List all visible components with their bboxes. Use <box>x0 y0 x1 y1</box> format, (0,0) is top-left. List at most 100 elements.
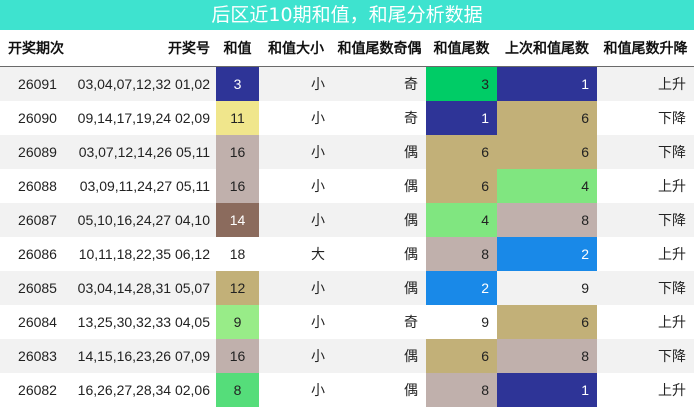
trend-cell: 下降 <box>658 110 686 126</box>
table-row: 26083 14,15,16,23,26 07,09 16 小 偶 6 8 下降 <box>0 339 694 373</box>
period-cell: 26083 <box>18 348 57 364</box>
header-row: 开奖期次 开奖号 和值 和值大小 和值尾数奇偶 和值尾数 上次和值尾数 和值尾数… <box>0 30 694 67</box>
trend-cell: 下降 <box>658 144 686 160</box>
trend-cell: 下降 <box>658 280 686 296</box>
header-parity: 和值尾数奇偶 <box>333 30 426 67</box>
draw-numbers-cell: 10,11,18,22,35 06,12 <box>78 246 210 262</box>
trend-cell: 上升 <box>658 314 686 330</box>
period-cell: 26089 <box>18 144 57 160</box>
sum-cell: 9 <box>216 305 259 339</box>
period-cell: 26087 <box>18 212 57 228</box>
tail-cell: 6 <box>426 169 497 203</box>
table-row: 26090 09,14,17,19,24 02,09 11 小 奇 1 6 下降 <box>0 101 694 135</box>
period-cell: 26091 <box>18 76 57 92</box>
sum-cell: 16 <box>216 339 259 373</box>
tail-cell: 8 <box>426 237 497 271</box>
draw-numbers-cell: 16,26,27,28,34 02,06 <box>77 382 210 398</box>
header-trend: 和值尾数升降 <box>597 30 694 67</box>
size-cell: 小 <box>311 314 325 330</box>
parity-cell: 奇 <box>404 76 418 92</box>
sum-cell: 11 <box>216 101 259 135</box>
trend-cell: 上升 <box>658 246 686 262</box>
prev-tail-cell: 6 <box>497 135 597 169</box>
size-cell: 小 <box>311 76 325 92</box>
period-cell: 26088 <box>18 178 57 194</box>
header-tail: 和值尾数 <box>426 30 497 67</box>
prev-tail-cell: 6 <box>497 305 597 339</box>
sum-cell: 16 <box>216 135 259 169</box>
table-row: 26086 10,11,18,22,35 06,12 18 大 偶 8 2 上升 <box>0 237 694 271</box>
draw-numbers-cell: 03,04,14,28,31 05,07 <box>77 280 210 296</box>
tail-cell: 2 <box>426 271 497 305</box>
parity-cell: 偶 <box>404 348 418 364</box>
period-cell: 26085 <box>18 280 57 296</box>
parity-cell: 偶 <box>404 280 418 296</box>
table-row: 26088 03,09,11,24,27 05,11 16 小 偶 6 4 上升 <box>0 169 694 203</box>
draw-numbers-cell: 09,14,17,19,24 02,09 <box>77 110 210 126</box>
size-cell: 小 <box>311 348 325 364</box>
period-cell: 26082 <box>18 382 57 398</box>
size-cell: 小 <box>311 110 325 126</box>
table-row: 26085 03,04,14,28,31 05,07 12 小 偶 2 9 下降 <box>0 271 694 305</box>
trend-cell: 上升 <box>658 76 686 92</box>
tail-cell: 9 <box>481 314 489 330</box>
sum-cell: 14 <box>216 203 259 237</box>
size-cell: 小 <box>311 280 325 296</box>
size-cell: 小 <box>311 144 325 160</box>
period-cell: 26084 <box>18 314 57 330</box>
tail-cell: 6 <box>426 339 497 373</box>
tail-cell: 8 <box>426 373 497 407</box>
tail-cell: 6 <box>426 135 497 169</box>
table-row: 26089 03,07,12,14,26 05,11 16 小偶 6 6 下降 <box>0 135 694 169</box>
sum-cell: 16 <box>216 169 259 203</box>
period-cell: 26090 <box>18 110 57 126</box>
tail-cell: 1 <box>426 101 497 135</box>
trend-cell: 下降 <box>658 212 686 228</box>
table-row: 26084 13,25,30,32,33 04,05 9 小奇 9 6 上升 <box>0 305 694 339</box>
prev-tail-cell: 4 <box>497 169 597 203</box>
table-row: 26087 05,10,16,24,27 04,10 14 小 偶 4 8 下降 <box>0 203 694 237</box>
prev-tail-cell: 2 <box>497 237 597 271</box>
trend-cell: 上升 <box>658 382 686 398</box>
draw-numbers-cell: 03,04,07,12,32 01,02 <box>77 76 210 92</box>
sum-tail-table: 开奖期次 开奖号 和值 和值大小 和值尾数奇偶 和值尾数 上次和值尾数 和值尾数… <box>0 30 694 407</box>
parity-cell: 偶 <box>404 212 418 228</box>
header-sum: 和值 <box>216 30 259 67</box>
parity-cell: 偶 <box>404 144 418 160</box>
period-cell: 26086 <box>18 246 57 262</box>
prev-tail-cell: 8 <box>497 203 597 237</box>
draw-numbers-cell: 13,25,30,32,33 04,05 <box>77 314 210 330</box>
size-cell: 小 <box>311 382 325 398</box>
parity-cell: 偶 <box>404 382 418 398</box>
prev-tail-cell: 8 <box>497 339 597 373</box>
header-period: 开奖期次 <box>0 30 75 67</box>
sum-cell: 8 <box>216 373 259 407</box>
prev-tail-cell: 6 <box>497 101 597 135</box>
sum-cell: 18 <box>229 246 246 262</box>
tail-cell: 4 <box>426 203 497 237</box>
parity-cell: 奇 <box>404 110 418 126</box>
size-cell: 大 <box>311 246 325 262</box>
table-row: 26082 16,26,27,28,34 02,06 8 小偶 8 1 上升 <box>0 373 694 407</box>
sum-cell: 12 <box>216 271 259 305</box>
parity-cell: 偶 <box>404 178 418 194</box>
draw-numbers-cell: 05,10,16,24,27 04,10 <box>77 212 210 228</box>
sum-cell: 3 <box>216 66 259 101</box>
prev-tail-cell: 9 <box>581 280 589 296</box>
size-cell: 小 <box>311 178 325 194</box>
draw-numbers-cell: 03,09,11,24,27 05,11 <box>79 178 210 194</box>
table-title: 后区近10期和值，和尾分析数据 <box>0 0 694 30</box>
header-size: 和值大小 <box>259 30 333 67</box>
prev-tail-cell: 1 <box>497 66 597 101</box>
parity-cell: 偶 <box>404 246 418 262</box>
size-cell: 小 <box>311 212 325 228</box>
trend-cell: 下降 <box>658 348 686 364</box>
draw-numbers-cell: 14,15,16,23,26 07,09 <box>77 348 210 364</box>
prev-tail-cell: 1 <box>497 373 597 407</box>
tail-cell: 3 <box>426 66 497 101</box>
trend-cell: 上升 <box>658 178 686 194</box>
header-numbers: 开奖号 <box>75 30 216 67</box>
parity-cell: 奇 <box>404 314 418 330</box>
draw-numbers-cell: 03,07,12,14,26 05,11 <box>78 144 210 160</box>
header-prev-tail: 上次和值尾数 <box>497 30 597 67</box>
